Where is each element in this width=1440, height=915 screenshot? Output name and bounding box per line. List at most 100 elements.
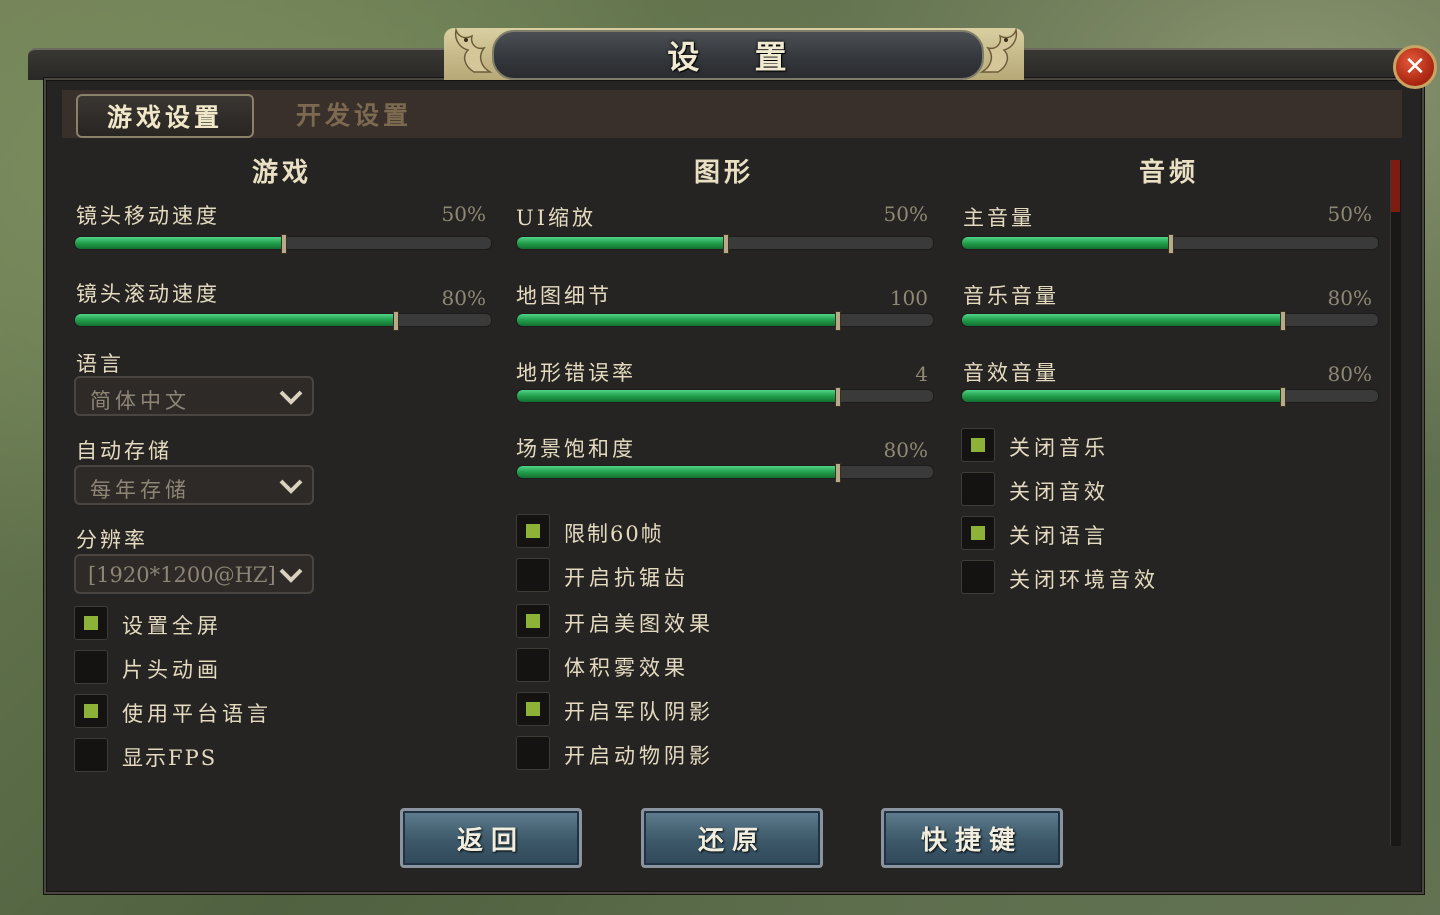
checkbox-show-fps[interactable] <box>74 738 108 772</box>
checkbox-beautify-effect[interactable] <box>516 604 550 638</box>
back-button[interactable]: 返回 <box>400 808 582 868</box>
slider-scene-saturation[interactable] <box>516 463 934 483</box>
game-section-title: 游戏 <box>251 158 312 188</box>
slider-handle[interactable] <box>835 311 841 331</box>
tab-dev-settings[interactable]: 开发设置 <box>294 94 414 134</box>
slider-value-scene-saturation: 80% <box>883 438 928 462</box>
slider-label-map-detail: 地图细节 <box>516 284 612 308</box>
checkbox-label-animal-shadow: 开启动物阴影 <box>564 744 714 768</box>
slider-handle[interactable] <box>393 311 399 331</box>
slider-camera-scroll[interactable] <box>74 311 492 331</box>
checkbox-label-army-shadow: 开启军队阴影 <box>564 700 714 724</box>
slider-handle[interactable] <box>281 234 287 254</box>
checkbox-antialiasing[interactable] <box>516 558 550 592</box>
checkbox-label-volumetric-fog: 体积雾效果 <box>564 656 689 680</box>
slider-ui-scale[interactable] <box>516 234 934 254</box>
autosave-value: 每年存储 <box>90 478 190 502</box>
tab-game-settings[interactable]: 游戏设置 <box>76 94 254 138</box>
title-banner: 设 置 <box>492 30 984 80</box>
language-label: 语言 <box>76 352 124 376</box>
graphics-section-title: 图形 <box>693 158 754 188</box>
window-title: 设 置 <box>667 38 809 76</box>
slider-fill <box>517 314 837 326</box>
resolution-dropdown[interactable]: [1920*1200@HZ] <box>74 554 314 594</box>
checkbox-mute-music[interactable] <box>961 428 995 462</box>
dragon-ornament-left-icon <box>454 27 493 73</box>
checkbox-mute-voice[interactable] <box>961 516 995 550</box>
checkbox-label-mute-music: 关闭音乐 <box>1009 436 1109 460</box>
checkbox-label-antialiasing: 开启抗锯齿 <box>564 566 689 590</box>
slider-value-master-volume: 50% <box>1327 202 1372 226</box>
slider-label-camera-scroll: 镜头滚动速度 <box>76 282 220 306</box>
checkbox-animal-shadow[interactable] <box>516 736 550 770</box>
tab-bar: 游戏设置 开发设置 <box>62 90 1402 138</box>
slider-master-volume[interactable] <box>961 234 1379 254</box>
slider-fill <box>75 237 283 249</box>
slider-label-terrain-error: 地形错误率 <box>516 361 636 385</box>
slider-sfx-volume[interactable] <box>961 387 1379 407</box>
checkbox-limit-60fps[interactable] <box>516 514 550 548</box>
checkbox-label-mute-voice: 关闭语言 <box>1009 524 1109 548</box>
chevron-down-icon <box>279 479 303 494</box>
slider-handle[interactable] <box>723 234 729 254</box>
slider-label-camera-move: 镜头移动速度 <box>76 204 220 228</box>
scrollbar-track[interactable] <box>1390 160 1401 846</box>
slider-camera-move[interactable] <box>74 234 492 254</box>
slider-label-scene-saturation: 场景饱和度 <box>516 437 636 461</box>
slider-fill <box>517 466 837 478</box>
slider-handle[interactable] <box>1280 311 1286 331</box>
checkbox-fullscreen[interactable] <box>74 606 108 640</box>
checkbox-volumetric-fog[interactable] <box>516 648 550 682</box>
checkbox-label-fullscreen: 设置全屏 <box>122 614 222 638</box>
slider-value-music-volume: 80% <box>1327 286 1372 310</box>
slider-value-sfx-volume: 80% <box>1327 362 1372 386</box>
chevron-down-icon <box>279 568 303 583</box>
checkbox-label-platform-language: 使用平台语言 <box>122 702 272 726</box>
slider-handle[interactable] <box>1280 387 1286 407</box>
scrollbar-thumb[interactable] <box>1391 160 1400 212</box>
checkbox-mute-ambient[interactable] <box>961 560 995 594</box>
checkbox-label-mute-ambient: 关闭环境音效 <box>1009 568 1159 592</box>
checkbox-mute-sfx[interactable] <box>961 472 995 506</box>
slider-fill <box>962 237 1170 249</box>
close-icon: ✕ <box>1404 52 1426 82</box>
slider-label-ui-scale: UI缩放 <box>516 206 596 230</box>
checkbox-label-mute-sfx: 关闭音效 <box>1009 480 1109 504</box>
slider-fill <box>962 390 1282 402</box>
resolution-label: 分辨率 <box>76 528 148 552</box>
slider-label-master-volume: 主音量 <box>963 206 1035 230</box>
resolution-value: [1920*1200@HZ] <box>88 563 276 587</box>
slider-fill <box>962 314 1282 326</box>
slider-label-music-volume: 音乐音量 <box>963 284 1059 308</box>
slider-value-map-detail: 100 <box>889 286 928 310</box>
checkbox-label-limit-60fps: 限制60帧 <box>564 522 664 546</box>
checkbox-army-shadow[interactable] <box>516 692 550 726</box>
slider-value-ui-scale: 50% <box>883 202 928 226</box>
slider-handle[interactable] <box>1168 234 1174 254</box>
checkbox-label-beautify-effect: 开启美图效果 <box>564 612 714 636</box>
slider-fill <box>75 314 395 326</box>
checkbox-label-intro-video: 片头动画 <box>122 658 222 682</box>
slider-fill <box>517 390 837 402</box>
language-dropdown[interactable]: 简体中文 <box>74 376 314 416</box>
shortcuts-button[interactable]: 快捷键 <box>881 808 1063 868</box>
checkbox-intro-video[interactable] <box>74 650 108 684</box>
slider-handle[interactable] <box>835 463 841 483</box>
checkbox-label-show-fps: 显示FPS <box>122 746 218 770</box>
slider-handle[interactable] <box>835 387 841 407</box>
language-value: 简体中文 <box>90 389 190 413</box>
slider-music-volume[interactable] <box>961 311 1379 331</box>
slider-value-terrain-error: 4 <box>915 362 928 386</box>
close-button[interactable]: ✕ <box>1393 45 1437 89</box>
autosave-dropdown[interactable]: 每年存储 <box>74 465 314 505</box>
restore-button[interactable]: 还原 <box>641 808 823 868</box>
slider-fill <box>517 237 725 249</box>
chevron-down-icon <box>279 390 303 405</box>
autosave-label: 自动存储 <box>76 439 172 463</box>
audio-section-title: 音频 <box>1138 158 1199 188</box>
slider-value-camera-scroll: 80% <box>441 286 486 310</box>
slider-value-camera-move: 50% <box>441 202 486 226</box>
checkbox-platform-language[interactable] <box>74 694 108 728</box>
slider-map-detail[interactable] <box>516 311 934 331</box>
slider-terrain-error[interactable] <box>516 387 934 407</box>
